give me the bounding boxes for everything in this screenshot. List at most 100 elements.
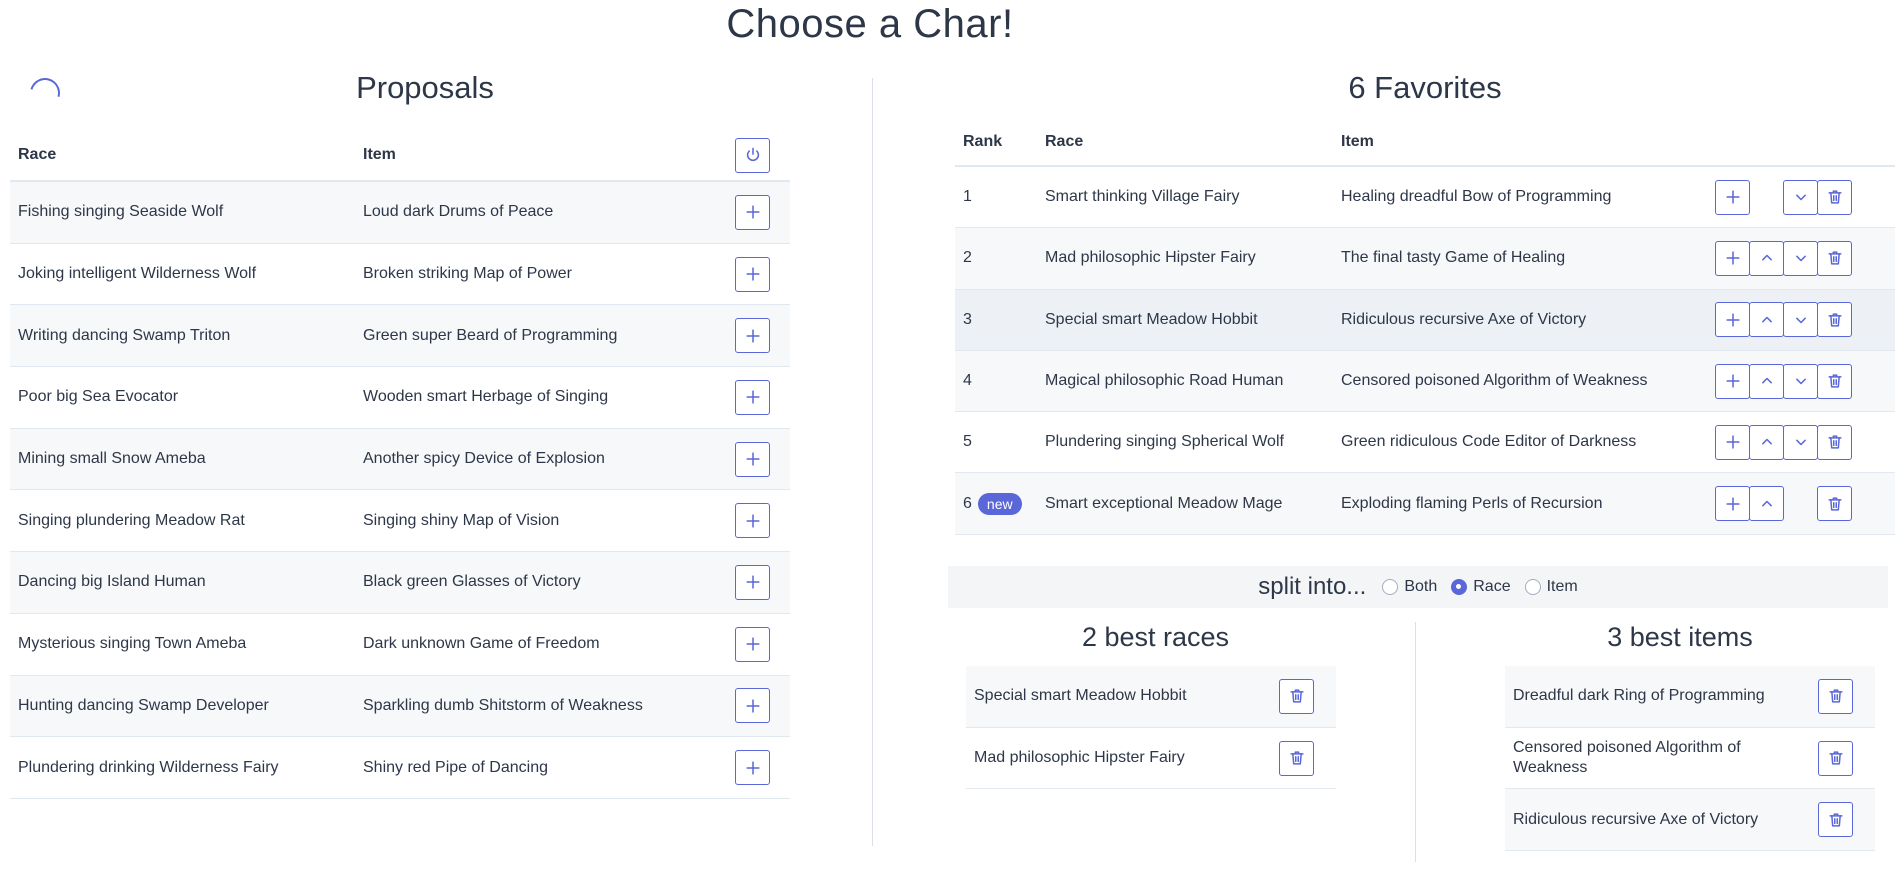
proposal-item: Wooden smart Herbage of Singing	[363, 388, 609, 406]
trash-icon	[1828, 751, 1843, 765]
plus-icon	[1725, 251, 1740, 266]
move-up-button[interactable]	[1749, 424, 1784, 460]
favorite-rank: 1	[963, 188, 972, 206]
proposal-item: Broken striking Map of Power	[363, 265, 572, 283]
down-icon	[1795, 378, 1806, 385]
add-proposal-button[interactable]	[735, 194, 770, 230]
remove-race-button[interactable]	[1279, 678, 1314, 714]
add-favorite-button[interactable]	[1715, 302, 1750, 338]
move-down-button[interactable]	[1783, 179, 1818, 215]
proposal-item: Dark unknown Game of Freedom	[363, 635, 600, 653]
delete-favorite-button[interactable]	[1817, 486, 1852, 522]
favorites-header-row: Rank Race Item	[955, 118, 1895, 167]
favorite-rank: 2	[963, 249, 972, 267]
favorite-rank: 5	[963, 433, 972, 451]
move-down-button[interactable]	[1783, 424, 1818, 460]
proposal-item: Another spicy Device of Explosion	[363, 450, 605, 468]
proposal-row: Fishing singing Seaside Wolf Loud dark Dr…	[10, 182, 790, 244]
move-down-button[interactable]	[1783, 302, 1818, 338]
new-badge: new	[977, 492, 1022, 515]
add-favorite-button[interactable]	[1715, 363, 1750, 399]
down-icon	[1795, 194, 1806, 201]
add-favorite-button[interactable]	[1715, 179, 1750, 215]
add-proposal-button[interactable]	[735, 441, 770, 477]
down-icon	[1795, 256, 1806, 262]
split-option-race[interactable]: Race	[1451, 578, 1511, 596]
radio-icon[interactable]	[1451, 579, 1468, 595]
add-proposal-button[interactable]	[735, 318, 770, 354]
move-up-button[interactable]	[1749, 363, 1784, 399]
radio-icon[interactable]	[1382, 579, 1399, 595]
favorite-item: Censored poisoned Algorithm of Weakness	[1341, 372, 1648, 390]
move-up-button[interactable]	[1749, 302, 1784, 338]
proposal-race: Writing dancing Swamp Triton	[18, 326, 231, 344]
favorite-row: 6 new Smart exceptional Meadow Mage Explodi…	[955, 473, 1895, 535]
delete-favorite-button[interactable]	[1817, 302, 1852, 338]
move-up-button[interactable]	[1749, 486, 1784, 522]
move-down-button[interactable]	[1783, 240, 1818, 276]
trash-icon	[1827, 313, 1842, 327]
trash-icon	[1828, 813, 1843, 827]
favorite-rank: 4	[963, 372, 972, 390]
add-favorite-button[interactable]	[1715, 486, 1750, 522]
move-up-button[interactable]	[1749, 240, 1784, 276]
proposal-item: Shiny red Pipe of Dancing	[363, 758, 548, 776]
delete-favorite-button[interactable]	[1817, 240, 1852, 276]
delete-favorite-button[interactable]	[1817, 363, 1852, 399]
favorite-row: 1 Smart thinking Village Fairy Healing dre…	[955, 167, 1895, 229]
proposal-row: Writing dancing Swamp Triton Green super …	[10, 305, 790, 368]
move-down-button[interactable]	[1783, 363, 1818, 399]
best-items-list: Dreadful dark Ring of Programming Censore…	[1505, 666, 1875, 852]
plus-icon	[745, 205, 760, 219]
favorite-item: The final tasty Game of Healing	[1341, 249, 1566, 267]
up-icon	[1761, 255, 1772, 261]
proposal-item: Sparkling dumb Shitstorm of Weakness	[363, 696, 643, 714]
favorites-table: Rank Race Item 1 Smart thinking Village F…	[955, 118, 1895, 535]
proposal-row: Plundering drinking Wilderness Fairy Shin…	[10, 737, 790, 799]
best-races-list: Special smart Meadow Hobbit Mad philosoph…	[966, 666, 1336, 790]
add-proposal-button[interactable]	[735, 503, 770, 539]
remove-item-button[interactable]	[1818, 678, 1853, 714]
proposal-race: Plundering drinking Wilderness Fairy	[18, 758, 279, 776]
proposal-row: Dancing big Island Human Black green Glas…	[10, 552, 790, 614]
proposal-race: Hunting dancing Swamp Developer	[18, 696, 269, 714]
up-icon	[1761, 377, 1772, 384]
add-proposal-button[interactable]	[735, 256, 770, 292]
add-proposal-button[interactable]	[735, 564, 770, 600]
delete-favorite-button[interactable]	[1817, 424, 1852, 460]
trash-icon	[1827, 190, 1842, 204]
add-proposal-button[interactable]	[735, 750, 770, 786]
add-favorite-button[interactable]	[1715, 240, 1750, 276]
favorite-row: 4 Magical philosophic Road Human Censored …	[955, 350, 1895, 413]
split-option-label: Race	[1473, 578, 1511, 595]
best-item-item: Censored poisoned Algorithm of Weakness	[1505, 728, 1875, 790]
best-item-label: Dreadful dark Ring of Programming	[1513, 687, 1765, 705]
up-icon	[1761, 439, 1772, 445]
proposal-item: Loud dark Drums of Peace	[363, 203, 554, 221]
split-option-label: Item	[1546, 578, 1578, 595]
proposal-race: Singing plundering Meadow Rat	[18, 511, 245, 529]
plus-icon	[745, 514, 760, 528]
add-proposal-button[interactable]	[735, 688, 770, 724]
trash-icon	[1827, 497, 1842, 511]
power-button[interactable]	[735, 137, 770, 173]
best-race-label: Mad philosophic Hipster Fairy	[974, 749, 1185, 767]
favorite-item: Ridiculous recursive Axe of Victory	[1341, 310, 1587, 328]
best-races-title: 2 best races	[1081, 622, 1230, 652]
remove-race-button[interactable]	[1279, 740, 1314, 776]
split-option-both[interactable]: Both	[1382, 578, 1437, 596]
down-icon	[1795, 317, 1806, 323]
best-race-item: Special smart Meadow Hobbit	[966, 666, 1336, 728]
remove-item-button[interactable]	[1818, 802, 1853, 838]
add-favorite-button[interactable]	[1715, 424, 1750, 460]
header-item: Item	[1341, 132, 1374, 150]
delete-favorite-button[interactable]	[1817, 179, 1852, 215]
plus-icon	[1725, 313, 1740, 327]
best-race-label: Special smart Meadow Hobbit	[974, 687, 1187, 705]
plus-icon	[745, 760, 760, 775]
split-option-item[interactable]: Item	[1524, 578, 1578, 596]
remove-item-button[interactable]	[1818, 740, 1853, 776]
add-proposal-button[interactable]	[735, 626, 770, 662]
radio-icon[interactable]	[1524, 579, 1541, 595]
add-proposal-button[interactable]	[735, 379, 770, 415]
